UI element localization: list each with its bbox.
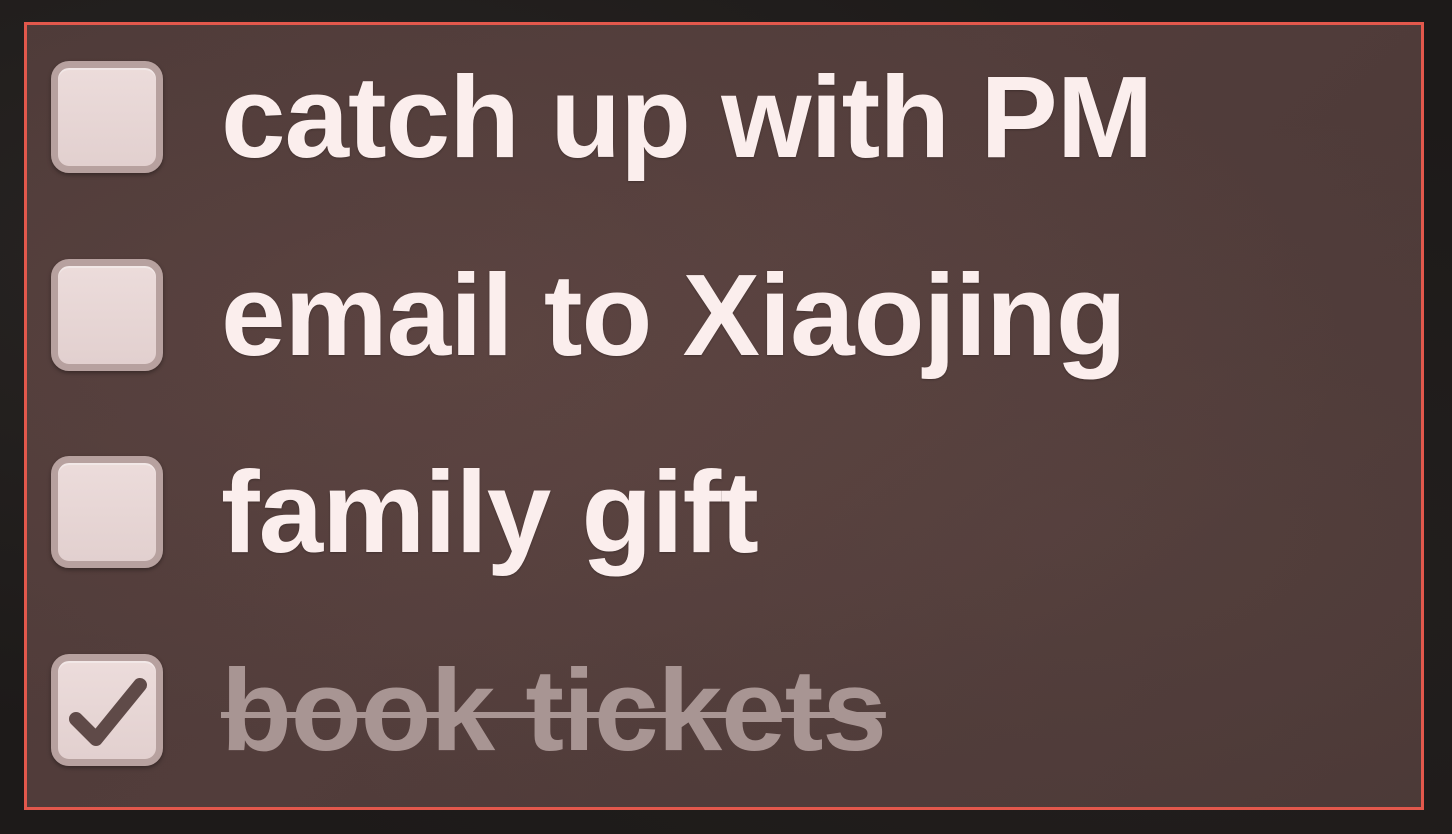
todo-item: email to Xiaojing bbox=[51, 257, 1127, 373]
todo-label[interactable]: email to Xiaojing bbox=[221, 257, 1127, 373]
todo-label[interactable]: family gift bbox=[221, 454, 759, 570]
todo-panel: catch up with PM email to Xiaojing famil… bbox=[24, 22, 1424, 810]
todo-checkbox[interactable] bbox=[51, 61, 163, 173]
todo-checkbox[interactable] bbox=[51, 456, 163, 568]
checkmark-icon bbox=[69, 678, 147, 746]
todo-label[interactable]: catch up with PM bbox=[221, 59, 1153, 175]
todo-label[interactable]: book tickets bbox=[221, 652, 887, 768]
todo-checkbox[interactable] bbox=[51, 654, 163, 766]
todo-item: family gift bbox=[51, 454, 759, 570]
todo-item: catch up with PM bbox=[51, 59, 1153, 175]
todo-checkbox[interactable] bbox=[51, 259, 163, 371]
todo-item: book tickets bbox=[51, 652, 887, 768]
